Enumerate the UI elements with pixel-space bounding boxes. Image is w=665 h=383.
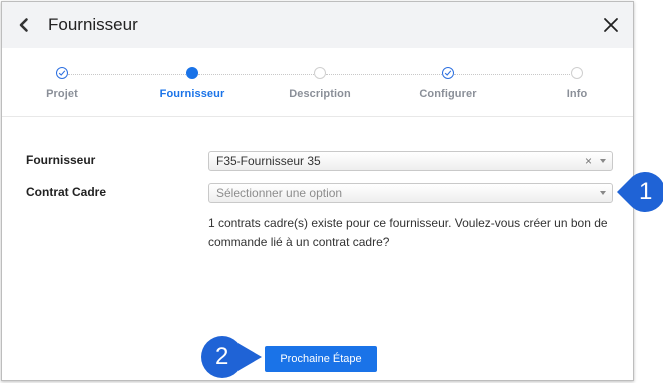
supplier-label: Fournisseur bbox=[26, 153, 96, 167]
dialog-header: Fournisseur bbox=[2, 2, 633, 48]
step-info[interactable]: Info bbox=[517, 67, 633, 100]
step-label: Fournisseur bbox=[159, 88, 225, 100]
contract-placeholder: Sélectionner une option bbox=[216, 186, 343, 200]
step-configurer[interactable]: Configurer bbox=[388, 67, 508, 100]
contract-select[interactable]: Sélectionner une option bbox=[208, 183, 613, 203]
step-label: Configurer bbox=[419, 88, 477, 100]
supplier-dialog: Fournisseur Projet Fournisseur Descripti… bbox=[1, 1, 634, 381]
active-step-dot-icon bbox=[186, 67, 198, 79]
check-circle-icon bbox=[56, 67, 68, 79]
pending-step-circle-icon bbox=[314, 67, 326, 79]
callout-number: 2 bbox=[215, 343, 229, 370]
pending-step-circle-icon bbox=[571, 67, 583, 79]
step-label: Projet bbox=[46, 88, 78, 100]
callout-badge-2: 2 bbox=[200, 335, 264, 379]
step-description[interactable]: Description bbox=[260, 67, 380, 100]
callout-number: 1 bbox=[639, 178, 653, 205]
step-label: Info bbox=[566, 88, 588, 100]
wizard-stepper: Projet Fournisseur Description Configure… bbox=[2, 48, 633, 117]
check-circle-icon bbox=[442, 67, 454, 79]
step-fournisseur[interactable]: Fournisseur bbox=[132, 67, 252, 100]
supplier-select[interactable]: F35-Fournisseur 35 × bbox=[208, 151, 613, 171]
callout-badge-1: 1 bbox=[617, 171, 663, 213]
dialog-title: Fournisseur bbox=[48, 15, 138, 34]
contract-label: Contrat Cadre bbox=[26, 185, 107, 199]
next-step-button[interactable]: Prochaine Étape bbox=[265, 346, 377, 372]
dropdown-arrow-icon bbox=[600, 159, 606, 163]
step-projet[interactable]: Projet bbox=[2, 67, 122, 100]
contract-info-message: 1 contrats cadre(s) existe pour ce fourn… bbox=[208, 216, 608, 249]
chevron-left-icon[interactable] bbox=[14, 15, 34, 35]
step-label: Description bbox=[289, 88, 351, 100]
close-icon[interactable] bbox=[601, 15, 621, 35]
clear-selection-icon[interactable]: × bbox=[585, 152, 592, 170]
supplier-selected-value: F35-Fournisseur 35 bbox=[216, 154, 321, 168]
dropdown-arrow-icon bbox=[600, 191, 606, 195]
